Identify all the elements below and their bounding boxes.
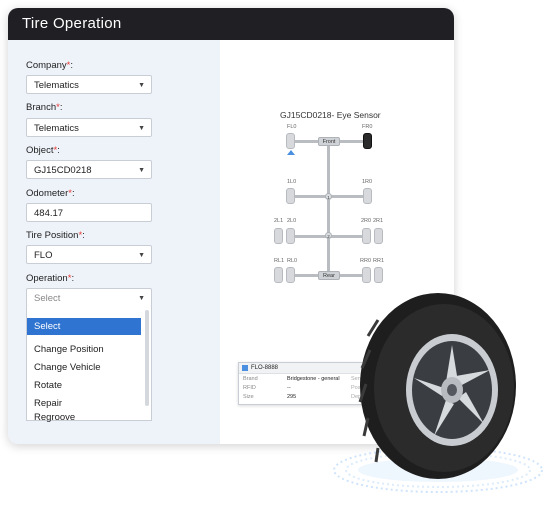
chevron-down-icon: ▼ (138, 167, 145, 174)
tire-label-2l0: 2L0 (287, 218, 297, 224)
tire-2r0[interactable] (362, 228, 371, 244)
tire-label-rr1: RR1 (373, 258, 385, 264)
tire-label-rl0: RL0 (287, 258, 298, 264)
operation-label: Operation*: (26, 273, 75, 284)
odometer-input[interactable]: 484.17 (26, 203, 152, 222)
tire-marker-icon (242, 365, 248, 371)
tire-1r0[interactable] (363, 188, 372, 204)
tire-position-select[interactable]: FLO ▼ (26, 245, 152, 264)
info-key: Brand (243, 376, 258, 382)
tire-label-2r0: 2R0 (361, 218, 372, 224)
tire-rr0[interactable] (362, 267, 371, 283)
tire-rr1[interactable] (374, 267, 383, 283)
diagram-title: GJ15CD0218- Eye Sensor (280, 110, 381, 120)
info-value: -- (287, 385, 291, 391)
info-value: 295 (287, 394, 297, 400)
info-key: Size (243, 394, 254, 400)
branch-label: Branch*: (26, 102, 63, 113)
info-title: FLO-8888 (251, 365, 279, 371)
rear-label: Rear (318, 271, 340, 280)
operation-option[interactable]: Change Position (27, 341, 141, 358)
tire-label-rl1: RL1 (274, 258, 285, 264)
operation-option[interactable]: Rotate (27, 377, 141, 394)
operation-dropdown-list: Select Change Position Change Vehicle Ro… (26, 306, 152, 423)
tire-2l1[interactable] (274, 228, 283, 244)
chevron-down-icon: ▼ (138, 125, 145, 132)
tire-fr0[interactable] (363, 133, 372, 149)
tire-illustration (333, 293, 543, 493)
title-bar: Tire Operation (8, 8, 454, 40)
tire-label-fl0: FL0 (287, 124, 297, 130)
info-key: RFID (243, 385, 256, 391)
operation-option[interactable]: Repair (27, 395, 141, 412)
chevron-down-icon: ▼ (138, 252, 145, 259)
tire-rl1[interactable] (274, 267, 283, 283)
tire-label-rr0: RR0 (360, 258, 372, 264)
company-select[interactable]: Telematics ▼ (26, 75, 152, 94)
operation-option[interactable]: Select (27, 318, 141, 335)
axle-1-node: 1 (325, 193, 332, 200)
dropdown-scrollbar[interactable] (145, 310, 149, 406)
tire-rl0[interactable] (286, 267, 295, 283)
window-title: Tire Operation (22, 15, 122, 32)
tire-label-fr0: FR0 (362, 124, 373, 130)
tire-2l0[interactable] (286, 228, 295, 244)
operation-option[interactable]: Change Vehicle (27, 359, 141, 376)
tire-1l0[interactable] (286, 188, 295, 204)
object-select[interactable]: GJ15CD0218 ▼ (26, 160, 152, 179)
chevron-down-icon: ▼ (138, 82, 145, 89)
chassis-spine (327, 142, 330, 277)
branch-select[interactable]: Telematics ▼ (26, 118, 152, 137)
operation-option[interactable]: Regroove (27, 412, 141, 423)
tire-position-label: Tire Position*: (26, 230, 85, 241)
tire-fl0[interactable] (286, 133, 295, 149)
tire-2r1[interactable] (374, 228, 383, 244)
odometer-label: Odometer*: (26, 188, 75, 199)
tire-label-1l0: 1L0 (287, 179, 297, 185)
selected-indicator-icon (287, 150, 295, 155)
tire-label-2l1: 2L1 (274, 218, 284, 224)
front-label: Front (318, 137, 340, 146)
tire-label-2r1: 2R1 (373, 218, 384, 224)
operation-select[interactable]: Select ▼ (26, 288, 152, 307)
company-label: Company*: (26, 60, 74, 71)
object-label: Object*: (26, 145, 60, 156)
tire-label-1r0: 1R0 (362, 179, 373, 185)
axle-2-node: 2 (325, 232, 332, 239)
